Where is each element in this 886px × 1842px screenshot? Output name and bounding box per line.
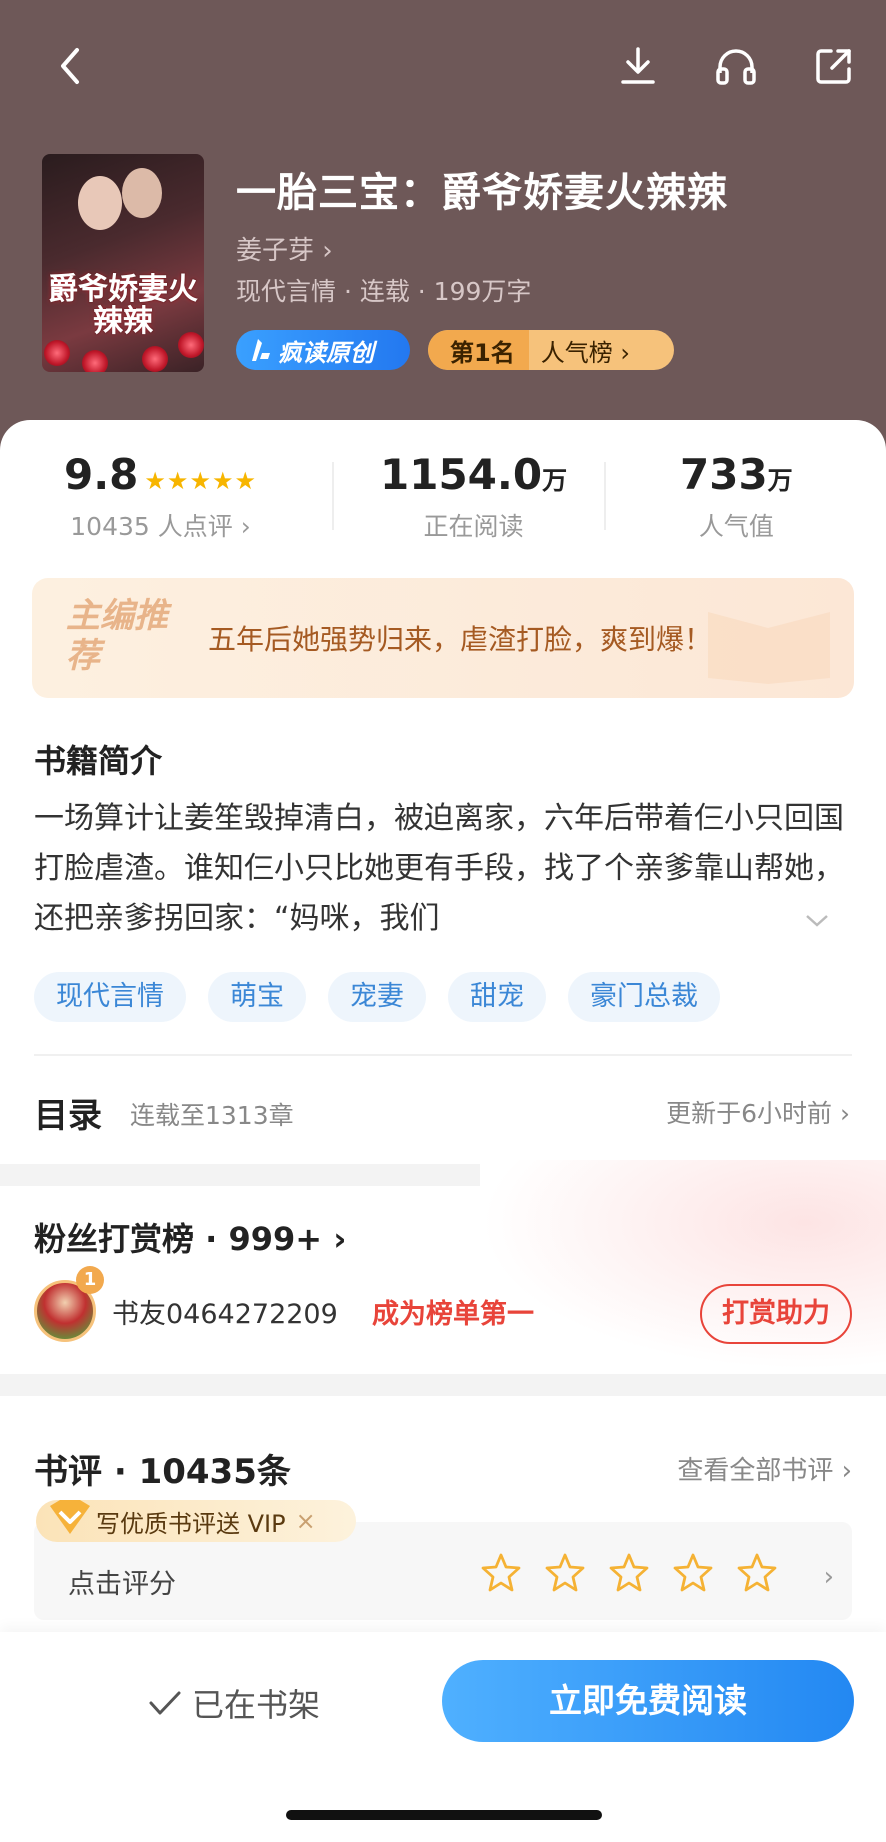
rating-stat[interactable]: 9.8 ★★★★★ 10435 人点评 › bbox=[64, 450, 257, 543]
editor-rec-text: 五年后她强势归来，虐渣打脸，爽到爆！ bbox=[208, 623, 713, 656]
checkmark-icon bbox=[149, 1691, 181, 1715]
toc-status: 连载至1313章 bbox=[130, 1101, 294, 1130]
popularity-value: 733 bbox=[680, 450, 768, 499]
author-link[interactable]: 姜子芽 › bbox=[236, 230, 333, 267]
popularity-label: 人气值 bbox=[698, 512, 774, 541]
rank-list: 人气榜 › bbox=[540, 338, 630, 367]
divider bbox=[34, 1054, 852, 1056]
toc-updated[interactable]: 更新于6小时前 › bbox=[666, 1094, 850, 1130]
star-outline-icon[interactable] bbox=[608, 1552, 650, 1594]
back-icon[interactable] bbox=[42, 38, 98, 94]
fan-cta-text: 成为榜单第一 bbox=[372, 1299, 534, 1330]
rate-stars bbox=[480, 1552, 778, 1594]
stat-divider bbox=[332, 462, 334, 530]
book-meta: 现代言情 · 连载 · 199万字 bbox=[236, 277, 532, 306]
star-outline-icon[interactable] bbox=[544, 1552, 586, 1594]
rating-score: 9.8 bbox=[64, 450, 139, 499]
book-title: 一胎三宝：爵爷娇妻火辣辣 bbox=[236, 170, 728, 216]
genre-tags: 现代言情 萌宝 宠妻 甜宠 豪门总裁 bbox=[34, 972, 720, 1022]
section-gap bbox=[0, 1374, 886, 1396]
reading-value: 1154.0 bbox=[380, 450, 543, 499]
reading-label: 正在阅读 bbox=[423, 512, 524, 541]
vip-crown-icon bbox=[50, 1500, 90, 1534]
tag-chip[interactable]: 豪门总裁 bbox=[568, 972, 720, 1022]
share-icon[interactable] bbox=[806, 38, 862, 94]
read-free-button[interactable]: 立即免费阅读 bbox=[442, 1660, 854, 1742]
on-shelf-button[interactable]: 已在书架 bbox=[148, 1680, 320, 1726]
rate-label: 点击评分 bbox=[68, 1569, 176, 1600]
fan-ranking-title[interactable]: 粉丝打赏榜 · 999+ › bbox=[34, 1214, 346, 1260]
popularity-unit: 万 bbox=[767, 466, 793, 495]
intro-title: 书籍简介 bbox=[34, 742, 163, 780]
editor-rec-tag: 主编推荐 bbox=[66, 596, 168, 676]
tip-button[interactable]: 打赏助力 bbox=[700, 1284, 852, 1344]
expand-chevron-icon[interactable] bbox=[804, 910, 830, 935]
original-badge-label: 疯读原创 bbox=[278, 338, 374, 367]
close-icon[interactable]: × bbox=[296, 1507, 316, 1535]
book-cover[interactable]: 爵爷娇妻火辣辣 bbox=[42, 154, 204, 372]
audiobook-headphones-icon[interactable] bbox=[708, 38, 764, 94]
vip-promo-text: 写优质书评送 VIP bbox=[96, 1509, 286, 1538]
reading-stat: 1154.0万 正在阅读 bbox=[380, 450, 567, 543]
rank-medal-icon: 1 bbox=[76, 1266, 104, 1294]
on-shelf-label: 已在书架 bbox=[192, 1686, 321, 1724]
rating-count: 10435 人点评 › bbox=[70, 512, 251, 541]
view-all-reviews-link[interactable]: 查看全部书评 › bbox=[677, 1450, 852, 1487]
rank-badge[interactable]: 第1名 人气榜 › bbox=[428, 330, 674, 370]
cover-art bbox=[78, 176, 122, 230]
star-outline-icon[interactable] bbox=[672, 1552, 714, 1594]
rank-position: 第1名 bbox=[428, 330, 529, 370]
home-indicator bbox=[286, 1810, 602, 1820]
chevron-right-icon[interactable]: › bbox=[824, 1562, 834, 1592]
star-outline-icon[interactable] bbox=[480, 1552, 522, 1594]
lightning-icon bbox=[252, 339, 270, 361]
editor-recommendation: 主编推荐 五年后她强势归来，虐渣打脸，爽到爆！ bbox=[32, 578, 854, 698]
tag-chip[interactable]: 萌宝 bbox=[208, 972, 306, 1022]
rating-stars: ★★★★★ bbox=[144, 467, 257, 495]
fan-username: 书友0464272209 bbox=[112, 1299, 338, 1330]
download-icon[interactable] bbox=[610, 38, 666, 94]
reading-unit: 万 bbox=[542, 466, 568, 495]
toc-title[interactable]: 目录 bbox=[34, 1088, 102, 1137]
star-outline-icon[interactable] bbox=[736, 1552, 778, 1594]
intro-text[interactable]: 一场算计让姜笙毁掉清白，被迫离家，六年后带着仨小只回国打脸虐渣。谁知仨小只比她更… bbox=[34, 794, 844, 944]
stat-divider bbox=[604, 462, 606, 530]
tag-chip[interactable]: 宠妻 bbox=[328, 972, 426, 1022]
tag-chip[interactable]: 现代言情 bbox=[34, 972, 186, 1022]
reviews-title: 书评 · 10435条 bbox=[34, 1452, 291, 1492]
cover-title: 爵爷娇妻火辣辣 bbox=[48, 272, 198, 339]
tag-chip[interactable]: 甜宠 bbox=[448, 972, 546, 1022]
popularity-stat: 733万 人气值 bbox=[680, 450, 793, 543]
original-badge[interactable]: 疯读原创 bbox=[236, 330, 410, 370]
open-book-icon bbox=[708, 612, 830, 684]
